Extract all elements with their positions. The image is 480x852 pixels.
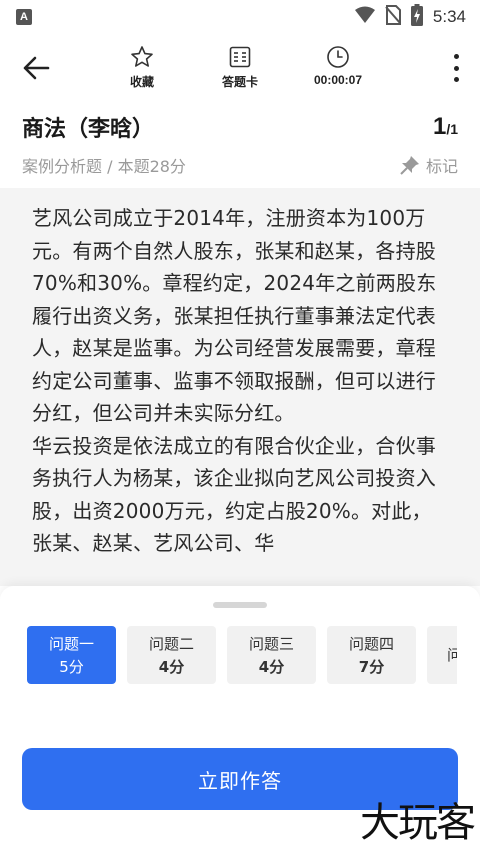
timer-label: 00:00:07 <box>313 73 363 87</box>
current-question-number: 1 <box>432 113 447 140</box>
no-sim-icon <box>385 5 401 29</box>
answer-card-label: 答题卡 <box>221 75 258 89</box>
sub-question-tab-2[interactable]: 问题二 4分 <box>127 626 216 684</box>
watermark-logo: 大玩客 <box>360 800 476 846</box>
pin-icon <box>400 156 419 175</box>
question-counter: 1/1 <box>433 113 458 141</box>
star-icon <box>131 46 153 67</box>
sub-question-name: 问题四 <box>348 635 394 653</box>
wifi-icon <box>354 6 375 28</box>
mark-label: 标记 <box>425 157 458 176</box>
sub-question-tab-1[interactable]: 问题一 5分 <box>27 626 116 684</box>
drag-handle[interactable] <box>213 602 267 608</box>
sub-question-list[interactable]: 问题一 5分 问题二 4分 问题三 4分 问题四 7分 问 <box>27 626 457 684</box>
more-vertical-icon[interactable] <box>446 52 466 84</box>
back-button[interactable] <box>18 50 54 86</box>
sub-question-score: 4分 <box>158 658 185 676</box>
case-paragraph-1: 艺风公司成立于2014年，注册资本为100万元。有两个自然人股东，张某和赵某，各… <box>32 206 437 425</box>
sub-question-tab-4[interactable]: 问题四 7分 <box>327 626 416 684</box>
page-title: 商法（李晗） <box>22 117 155 142</box>
case-paragraph-2: 华云投资是依法成立的有限合伙企业，合伙事务执行人为杨某，该企业拟向艺风公司投资入… <box>32 433 436 556</box>
app-notification-icon: A <box>16 9 32 25</box>
status-bar: A 5:34 <box>0 0 480 34</box>
sub-question-score: 7分 <box>358 658 385 676</box>
answer-card-button[interactable]: 答题卡 <box>200 44 280 90</box>
toolbar: 收藏 答题卡 00:00:07 <box>0 40 480 96</box>
status-time: 5:34 <box>432 7 466 26</box>
clock-icon <box>327 46 349 68</box>
sub-question-name: 问题二 <box>148 635 194 653</box>
sub-question-tab-5[interactable]: 问 <box>427 626 457 684</box>
arrow-left-icon <box>23 56 50 80</box>
sub-question-name: 问 <box>447 645 457 664</box>
sub-question-score: 4分 <box>258 658 285 676</box>
battery-charging-icon <box>410 4 423 30</box>
answer-card-icon <box>229 46 251 68</box>
timer[interactable]: 00:00:07 <box>298 44 378 87</box>
favorite-button[interactable]: 收藏 <box>102 44 182 90</box>
mark-button[interactable]: 标记 <box>400 153 458 177</box>
question-type-score: 案例分析题 / 本题28分 <box>22 157 186 176</box>
total-question-number: /1 <box>446 121 458 137</box>
favorite-label: 收藏 <box>129 75 154 89</box>
question-meta: 案例分析题 / 本题28分 标记 <box>22 152 458 178</box>
sub-question-tab-3[interactable]: 问题三 4分 <box>227 626 316 684</box>
sub-question-name: 问题三 <box>248 635 294 653</box>
sub-question-score: 5分 <box>59 658 84 676</box>
sub-question-name: 问题一 <box>48 635 94 653</box>
case-content[interactable]: 艺风公司成立于2014年，注册资本为100万元。有两个自然人股东，张某和赵某，各… <box>0 188 480 586</box>
question-header: 商法（李晗） 1/1 <box>22 110 458 144</box>
